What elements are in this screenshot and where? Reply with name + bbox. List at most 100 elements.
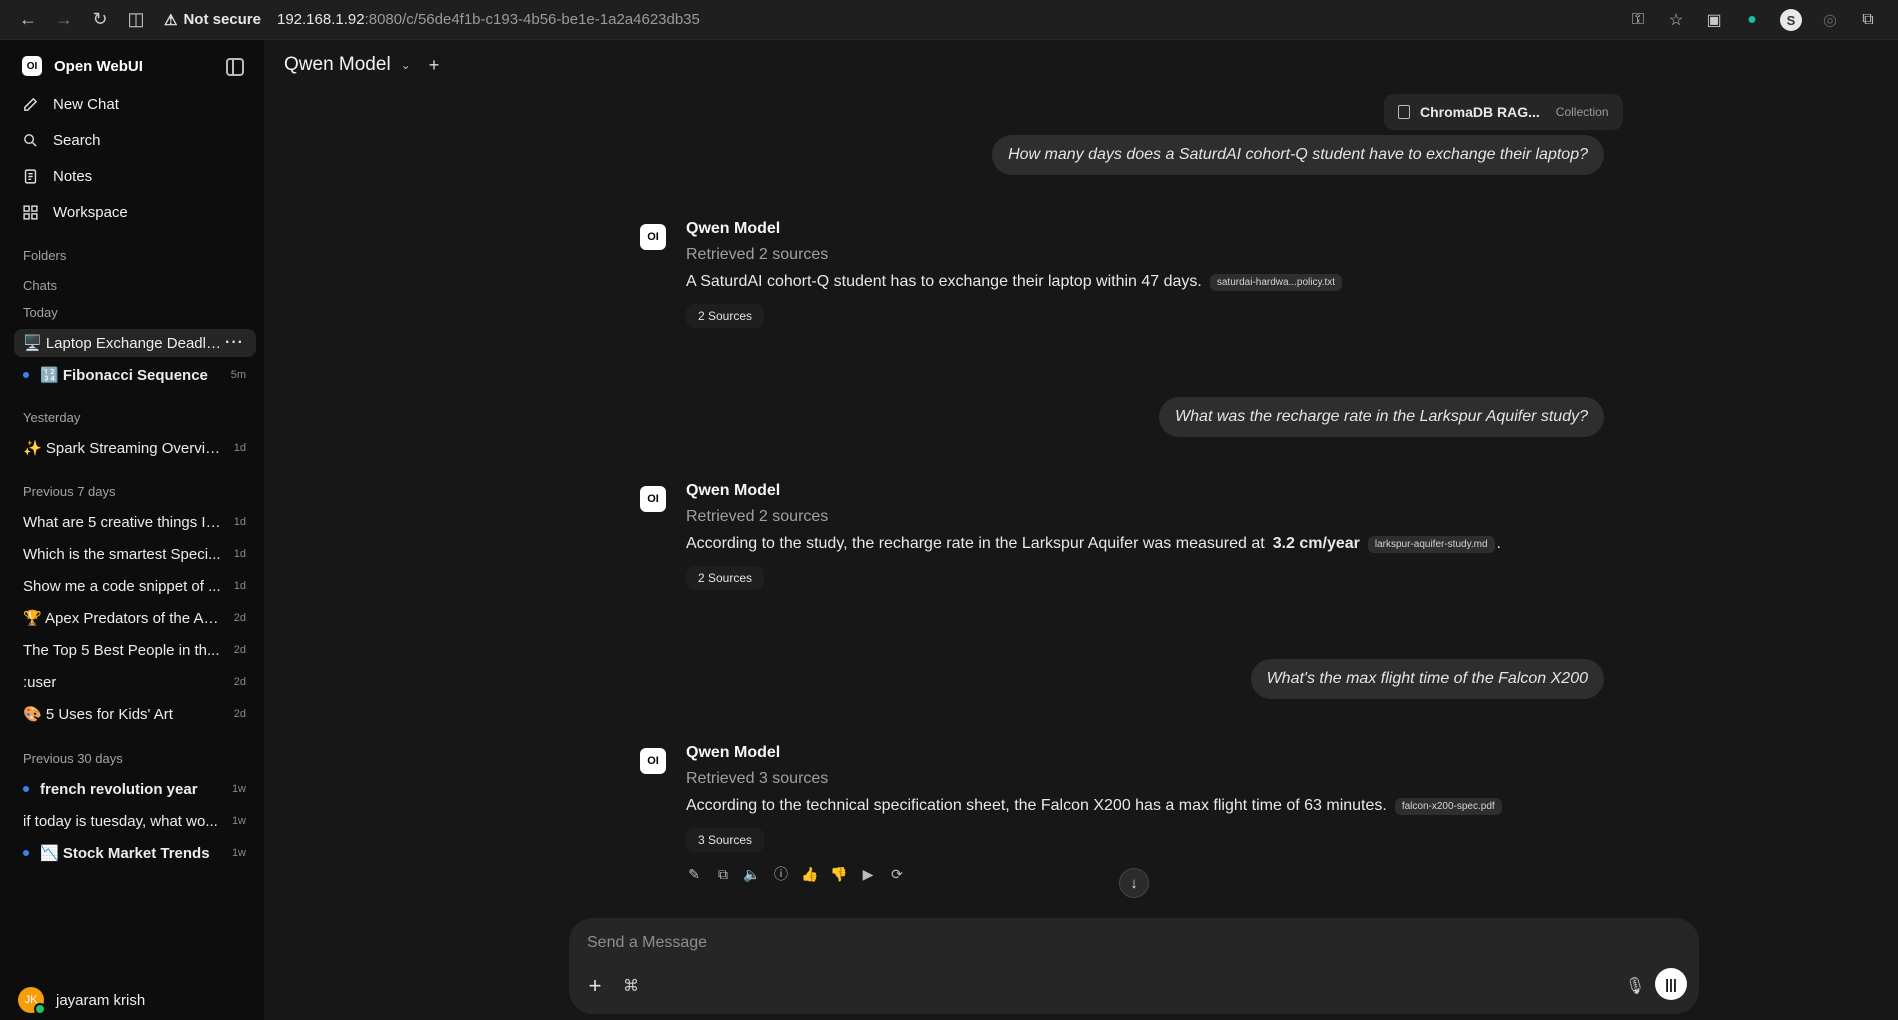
more-options-icon[interactable]: ··· [225, 334, 244, 352]
brand-name: Open WebUI [54, 57, 143, 75]
today-label: Today [23, 305, 58, 320]
workspace-label: Workspace [53, 204, 128, 221]
chat-item[interactable]: Which is the smartest Speci... 1d [14, 540, 256, 568]
avatar: JK [18, 987, 46, 1015]
user-message: What's the max flight time of the Falcon… [1250, 659, 1604, 699]
chevron-down-icon: ⌄ [400, 58, 411, 72]
answer-end: . [1496, 535, 1501, 552]
chat-item[interactable]: The Top 5 Best People in th... 2d [14, 636, 256, 664]
chat-time: 5m [230, 369, 246, 381]
star-icon[interactable]: ☆ [1666, 10, 1686, 30]
regenerate-icon[interactable]: ⟳ [889, 866, 905, 882]
extension-icon[interactable]: ◎ [1820, 10, 1840, 30]
add-attachment-icon[interactable]: + [583, 973, 607, 998]
chat-item[interactable]: 📉 Stock Market Trends 1w [14, 839, 256, 867]
chat-item-spark[interactable]: ✨ Spark Streaming Overview 1d [14, 434, 256, 462]
chat-title: if today is tuesday, what wo... [23, 812, 218, 830]
workspace-button[interactable]: Workspace [22, 204, 128, 221]
database-icon [1398, 105, 1410, 119]
voice-mode-icon[interactable]: ||| [1655, 968, 1687, 1000]
read-aloud-icon[interactable]: 🔈 [743, 866, 760, 882]
collection-name: ChromaDB RAG... [1420, 104, 1540, 120]
collection-chip[interactable]: ChromaDB RAG... Collection [1384, 94, 1623, 130]
unread-dot [23, 372, 29, 378]
profile-avatar[interactable]: S [1780, 9, 1802, 31]
reload-icon[interactable]: ↻ [82, 4, 118, 36]
new-chat-button[interactable]: New Chat [22, 96, 119, 113]
previous-30-days-label: Previous 30 days [23, 751, 123, 766]
thumbs-down-icon[interactable]: 👎 [830, 866, 847, 882]
copy-icon[interactable]: ⧉ [715, 866, 731, 882]
chat-item[interactable]: Show me a code snippet of ... 1d [14, 572, 256, 600]
chat-item[interactable]: :user 2d [14, 668, 256, 696]
chat-title: 🖥️ Laptop Exchange Deadline [23, 335, 221, 352]
address-bar[interactable]: 192.168.1.92:8080/c/56de4f1b-c193-4b56-b… [277, 11, 700, 28]
back-icon[interactable]: ← [10, 4, 46, 36]
chat-main: Qwen Model ⌄ + ChromaDB RAG... Collectio… [264, 40, 1898, 1020]
extension-window-icon[interactable]: ▣ [1704, 10, 1724, 30]
add-model-icon[interactable]: + [429, 55, 440, 76]
notes-button[interactable]: Notes [22, 168, 92, 185]
thumbs-up-icon[interactable]: 👍 [801, 866, 818, 882]
answer-text: A SaturdAI cohort-Q student has to excha… [686, 273, 1343, 291]
citation-chip[interactable]: larkspur-aquifer-study.md [1367, 535, 1495, 553]
model-name: Qwen Model [686, 220, 781, 237]
chat-item-laptop-exchange[interactable]: 🖥️ Laptop Exchange Deadline ··· [14, 329, 256, 357]
model-logo-icon: OI [640, 486, 666, 512]
search-button[interactable]: Search [22, 132, 101, 149]
chat-item[interactable]: What are 5 creative things I ... 1d [14, 508, 256, 536]
chat-item[interactable]: french revolution year 1w [14, 775, 256, 803]
chat-title: 🏆 Apex Predators of the An... [23, 610, 221, 627]
message-input[interactable]: Send a Message [587, 934, 707, 952]
security-indicator[interactable]: ⚠ Not secure [164, 11, 261, 29]
chat-time: 2d [233, 612, 246, 624]
retrieved-sources[interactable]: Retrieved 2 sources [686, 246, 828, 264]
chat-item[interactable]: 🏆 Apex Predators of the An... 2d [14, 604, 256, 632]
grammarly-icon[interactable]: ● [1742, 10, 1762, 30]
chat-item[interactable]: 🎨 5 Uses for Kids' Art 2d [14, 700, 256, 728]
security-label: Not secure [183, 11, 261, 28]
continue-icon[interactable]: ▶ [860, 866, 876, 882]
microphone-icon[interactable]: 🎙 [1625, 976, 1645, 996]
folders-label[interactable]: Folders [23, 248, 66, 263]
sources-button[interactable]: 3 Sources [686, 828, 765, 852]
key-icon[interactable]: ⚿ [1628, 10, 1648, 30]
edit-icon[interactable]: ✎ [686, 866, 702, 882]
chat-title: 🎨 5 Uses for Kids' Art [23, 706, 173, 723]
retrieved-sources[interactable]: Retrieved 2 sources [686, 508, 828, 526]
retrieved-sources[interactable]: Retrieved 3 sources [686, 770, 828, 788]
model-selector[interactable]: Qwen Model ⌄ + [284, 54, 439, 76]
sources-button[interactable]: 2 Sources [686, 566, 765, 590]
chat-title: Which is the smartest Speci... [23, 545, 221, 563]
user-menu[interactable]: JK jayaram krish [18, 987, 145, 1015]
info-icon[interactable]: ⓘ [773, 866, 789, 882]
sources-button[interactable]: 2 Sources [686, 304, 765, 328]
tools-icon[interactable]: ⌘ [621, 976, 641, 996]
chat-title: Show me a code snippet of ... [23, 577, 221, 595]
user-message: How many days does a SaturdAI cohort-Q s… [992, 135, 1604, 175]
scroll-down-icon[interactable]: ↓ [1119, 868, 1149, 898]
logo-icon: OI [22, 56, 42, 76]
chats-label[interactable]: Chats [23, 278, 57, 293]
collapse-sidebar-icon[interactable] [226, 58, 244, 76]
forward-icon[interactable]: → [46, 4, 82, 36]
collection-type: Collection [1555, 105, 1609, 119]
chat-time: 1d [233, 580, 246, 592]
notes-icon [24, 169, 37, 184]
model-name: Qwen Model [686, 744, 781, 761]
answer-body: According to the technical specification… [686, 797, 1387, 814]
browser-toolbar: ← → ↻ ◫ ⚠ Not secure 192.168.1.92:8080/c… [0, 0, 1898, 40]
citation-chip[interactable]: saturdai-hardwa...policy.txt [1209, 273, 1343, 291]
split-view-icon[interactable]: ◫ [118, 4, 154, 36]
previous-7-days-label: Previous 7 days [23, 484, 116, 499]
puzzle-icon[interactable]: ⧉ [1858, 10, 1878, 30]
yesterday-label: Yesterday [23, 410, 81, 425]
search-label: Search [53, 132, 101, 149]
citation-chip[interactable]: falcon-x200-spec.pdf [1394, 797, 1502, 815]
brand[interactable]: OI Open WebUI [22, 56, 143, 76]
answer-body: According to the study, the recharge rat… [686, 535, 1265, 552]
search-icon [24, 134, 37, 147]
chat-item[interactable]: if today is tuesday, what wo... 1w [14, 807, 256, 835]
chat-item-fibonacci[interactable]: 🔢 Fibonacci Sequence 5m [14, 361, 256, 389]
url-path: :8080/c/56de4f1b-c193-4b56-be1e-1a2a4623… [364, 11, 700, 28]
